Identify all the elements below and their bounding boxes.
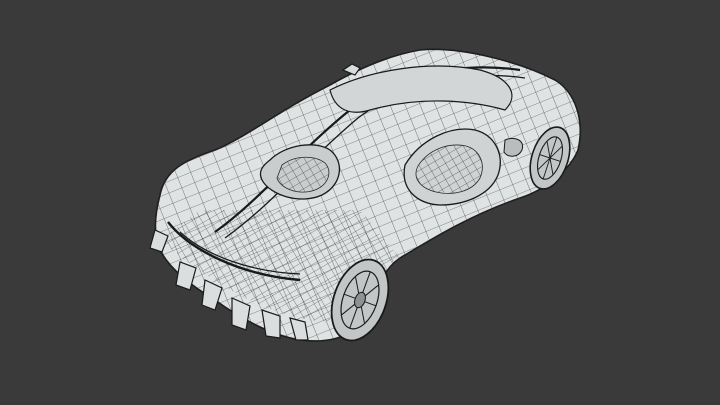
side-intake [503,137,524,157]
3d-viewport[interactable] [0,0,720,405]
wireframe-car-model [149,48,582,342]
